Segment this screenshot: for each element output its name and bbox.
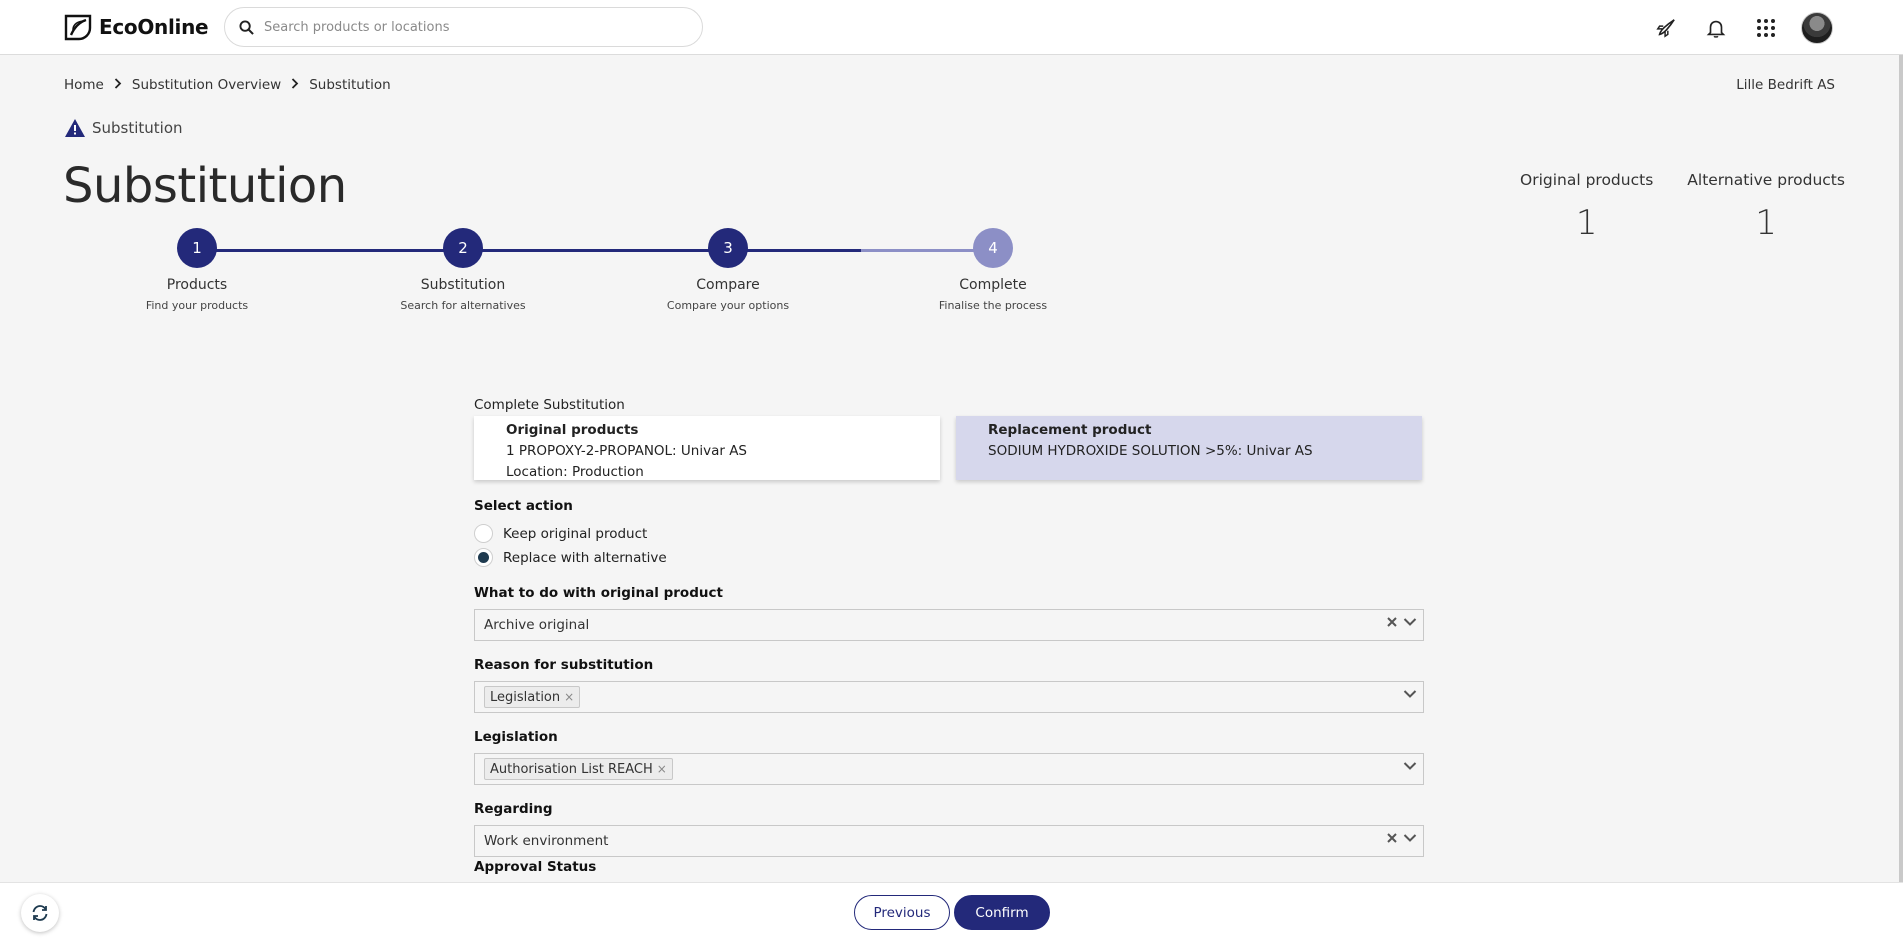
step-number: 1 — [177, 228, 217, 268]
step-title: Substitution — [420, 277, 506, 293]
leaf-logo-icon — [64, 14, 92, 41]
step-complete[interactable]: 4 Complete Finalise the process — [893, 228, 1093, 312]
refresh-button[interactable] — [21, 894, 59, 932]
avatar[interactable] — [1801, 12, 1833, 44]
clear-icon[interactable] — [1387, 833, 1397, 843]
search-icon — [239, 19, 254, 35]
progress-stepper: 1 Products Find your products 2 Substitu… — [0, 228, 1100, 328]
step-subtitle: Search for alternatives — [400, 299, 526, 312]
clear-icon[interactable] — [1387, 617, 1397, 627]
regarding-select[interactable]: Work environment — [474, 825, 1424, 857]
keep-original-label: Keep original product — [503, 525, 648, 542]
product-counts: Original products 1 Alternative products… — [1520, 171, 1845, 243]
step-title: Products — [166, 277, 228, 293]
refresh-icon — [32, 905, 48, 921]
step-number: 3 — [708, 228, 748, 268]
previous-button[interactable]: Previous — [854, 895, 950, 930]
replace-alternative-option[interactable]: Replace with alternative — [474, 548, 1424, 567]
card-title: Replacement product — [988, 422, 1152, 438]
regarding-label: Regarding — [474, 801, 553, 817]
keep-original-radio[interactable] — [474, 524, 493, 543]
step-number: 2 — [443, 228, 483, 268]
logo-text: EcoOnline — [99, 15, 209, 39]
bell-icon[interactable] — [1701, 13, 1731, 43]
step-title: Complete — [959, 277, 1027, 293]
chevron-right-icon — [291, 77, 299, 93]
approval-status-label: Approval Status — [474, 859, 597, 875]
legislation-label: Legislation — [474, 729, 558, 745]
top-icons — [1651, 12, 1833, 44]
chevron-down-icon[interactable] — [1403, 761, 1417, 771]
chevron-down-icon[interactable] — [1403, 689, 1417, 699]
step-title: Compare — [696, 277, 760, 293]
chip-label: Authorisation List REACH — [490, 761, 653, 777]
keep-original-option[interactable]: Keep original product — [474, 524, 1424, 543]
top-bar: EcoOnline — [0, 0, 1903, 55]
scrollbar[interactable] — [1899, 55, 1903, 935]
apps-grid-icon[interactable] — [1751, 13, 1781, 43]
original-product-location: Location: Production — [506, 464, 644, 480]
original-products-count: Original products 1 — [1520, 171, 1653, 243]
product-cards: Original products 1 PROPOXY-2-PROPANOL: … — [474, 416, 1424, 480]
rocket-icon[interactable] — [1651, 13, 1681, 43]
step-products[interactable]: 1 Products Find your products — [97, 228, 297, 312]
chip-remove-icon[interactable]: × — [564, 690, 574, 704]
chevron-down-icon[interactable] — [1403, 617, 1417, 627]
reason-chip: Legislation × — [484, 686, 581, 708]
select-value: Work environment — [484, 833, 609, 849]
step-subtitle: Finalise the process — [938, 299, 1048, 312]
warning-icon — [65, 119, 85, 137]
step-compare[interactable]: 3 Compare Compare your options — [628, 228, 828, 312]
chevron-down-icon[interactable] — [1403, 833, 1417, 843]
alternative-products-count: Alternative products 1 — [1687, 171, 1845, 243]
page-title: Substitution — [63, 158, 347, 214]
chip-label: Legislation — [490, 689, 561, 705]
alternative-products-label: Alternative products — [1687, 171, 1845, 189]
original-product-action-select[interactable]: Archive original — [474, 609, 1424, 641]
breadcrumb: Home Substitution Overview Substitution — [64, 77, 391, 93]
search-bar[interactable] — [224, 7, 703, 47]
card-title: Original products — [506, 422, 639, 438]
select-action-label: Select action — [474, 498, 573, 514]
original-products-label: Original products — [1520, 171, 1654, 189]
search-input[interactable] — [264, 19, 664, 35]
replace-alternative-radio[interactable] — [474, 548, 493, 567]
bottom-action-bar: Previous Confirm — [0, 882, 1903, 940]
subheader: Substitution — [64, 118, 183, 138]
select-value: Archive original — [484, 617, 590, 633]
replace-alternative-label: Replace with alternative — [503, 549, 667, 566]
breadcrumb-home[interactable]: Home — [64, 77, 104, 93]
original-product-name: 1 PROPOXY-2-PROPANOL: Univar AS — [506, 443, 747, 459]
breadcrumb-current: Substitution — [309, 77, 391, 93]
chevron-right-icon — [114, 77, 122, 93]
reason-label: Reason for substitution — [474, 657, 654, 673]
subheader-label: Substitution — [92, 119, 183, 137]
original-products-card: Original products 1 PROPOXY-2-PROPANOL: … — [474, 416, 940, 480]
logo[interactable]: EcoOnline — [63, 12, 209, 42]
company-name[interactable]: Lille Bedrift AS — [1736, 77, 1835, 93]
alternative-products-value: 1 — [1755, 203, 1777, 243]
section-title: Complete Substitution — [474, 397, 625, 413]
step-subtitle: Compare your options — [666, 299, 790, 312]
original-product-action-label: What to do with original product — [474, 585, 723, 601]
breadcrumb-substitution-overview[interactable]: Substitution Overview — [132, 77, 281, 93]
replacement-product-name: SODIUM HYDROXIDE SOLUTION >5%: Univar AS — [988, 443, 1313, 459]
step-number: 4 — [973, 228, 1013, 268]
legislation-select[interactable]: Authorisation List REACH × — [474, 753, 1424, 785]
chip-remove-icon[interactable]: × — [657, 762, 667, 776]
legislation-chip: Authorisation List REACH × — [484, 758, 673, 780]
replacement-product-card: Replacement product SODIUM HYDROXIDE SOL… — [956, 416, 1422, 480]
confirm-button[interactable]: Confirm — [954, 895, 1050, 930]
complete-substitution-form: Complete Substitution Original products … — [474, 397, 1424, 875]
step-subtitle: Find your products — [145, 299, 249, 312]
original-products-value: 1 — [1575, 203, 1598, 243]
reason-select[interactable]: Legislation × — [474, 681, 1424, 713]
step-substitution[interactable]: 2 Substitution Search for alternatives — [363, 228, 563, 312]
